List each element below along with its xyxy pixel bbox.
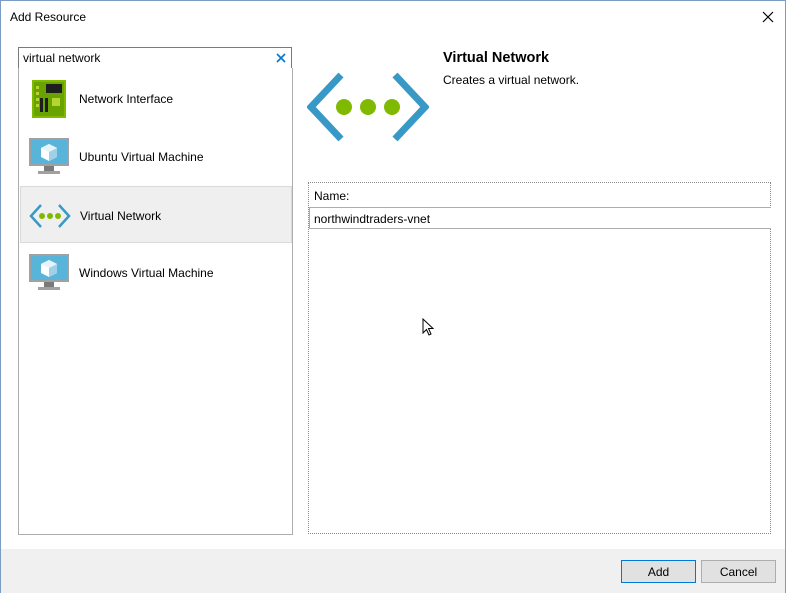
- add-resource-dialog: Add Resource virtual network Network Int…: [0, 0, 786, 593]
- virtual-machine-icon: [29, 254, 69, 290]
- network-interface-icon: [32, 80, 66, 118]
- resource-title: Virtual Network: [443, 50, 550, 66]
- clear-icon: [276, 53, 286, 63]
- add-button[interactable]: Add: [621, 560, 696, 583]
- dialog-title: Add Resource: [10, 10, 87, 24]
- virtual-network-icon: [29, 204, 71, 228]
- cancel-button[interactable]: Cancel: [701, 560, 776, 583]
- clear-search-button[interactable]: [274, 51, 288, 65]
- resource-list: Network Interface Ubuntu Virtual Machine: [18, 68, 293, 535]
- list-item-network-interface[interactable]: Network Interface: [20, 70, 292, 127]
- virtual-network-large-icon: [307, 72, 429, 142]
- close-icon: [762, 11, 774, 22]
- virtual-machine-icon: [29, 138, 69, 174]
- name-label: Name:: [314, 189, 350, 203]
- dialog-footer: Add Cancel: [1, 549, 785, 593]
- resource-description: Creates a virtual network.: [443, 73, 580, 87]
- mouse-cursor-icon: [422, 318, 434, 336]
- list-item-label: Network Interface: [79, 92, 174, 106]
- title-bar: Add Resource: [1, 1, 785, 32]
- search-input[interactable]: [23, 50, 273, 66]
- name-field[interactable]: northwindtraders-vnet: [309, 207, 771, 229]
- list-item-label: Virtual Network: [80, 209, 162, 223]
- properties-panel: Name: northwindtraders-vnet: [308, 182, 771, 534]
- list-item-label: Ubuntu Virtual Machine: [79, 150, 204, 164]
- search-box[interactable]: [18, 47, 292, 69]
- list-item-ubuntu-virtual-machine[interactable]: Ubuntu Virtual Machine: [20, 128, 292, 185]
- close-button[interactable]: [751, 1, 785, 32]
- list-item-label: Windows Virtual Machine: [79, 266, 214, 280]
- list-item-virtual-network[interactable]: Virtual Network: [20, 186, 292, 243]
- list-item-windows-virtual-machine[interactable]: Windows Virtual Machine: [20, 244, 292, 301]
